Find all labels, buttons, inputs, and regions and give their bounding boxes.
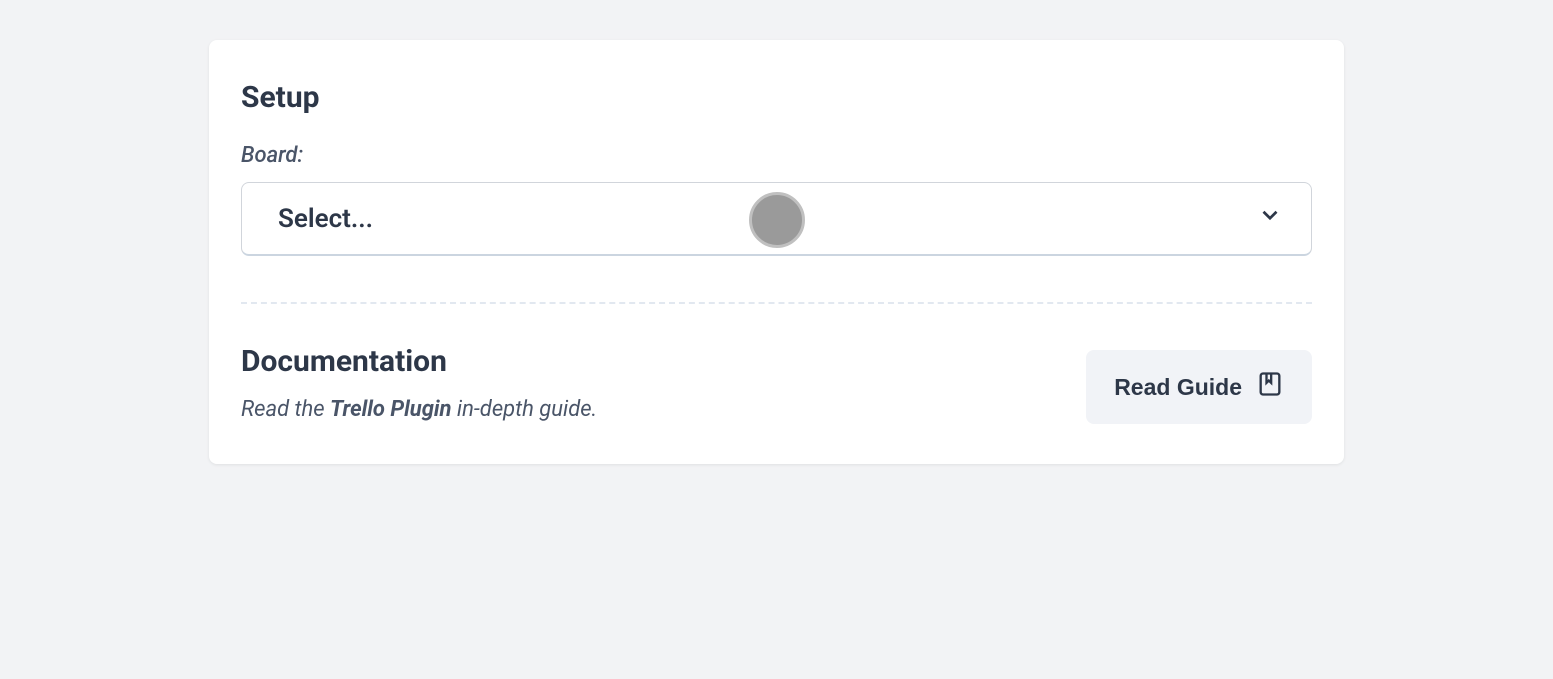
setup-title: Setup (241, 80, 1312, 115)
section-divider (241, 302, 1312, 304)
doc-desc-strong: Trello Plugin (330, 397, 452, 422)
doc-desc-suffix: in-depth guide. (452, 397, 598, 422)
documentation-text: Documentation Read the Trello Plugin in-… (241, 344, 1086, 422)
book-icon (1256, 370, 1284, 404)
board-select-wrapper: Select... (241, 182, 1312, 256)
board-select[interactable]: Select... (241, 182, 1312, 256)
doc-desc-prefix: Read the (241, 397, 330, 422)
board-select-placeholder: Select... (278, 204, 373, 234)
chevron-down-icon (1257, 202, 1283, 235)
documentation-description: Read the Trello Plugin in-depth guide. (241, 397, 1086, 422)
read-guide-button[interactable]: Read Guide (1086, 350, 1312, 424)
board-label: Board: (241, 143, 1312, 168)
settings-card: Setup Board: Select... Documentation Rea… (209, 40, 1344, 464)
read-guide-label: Read Guide (1114, 374, 1242, 401)
documentation-title: Documentation (241, 344, 1086, 379)
documentation-section: Documentation Read the Trello Plugin in-… (241, 344, 1312, 424)
